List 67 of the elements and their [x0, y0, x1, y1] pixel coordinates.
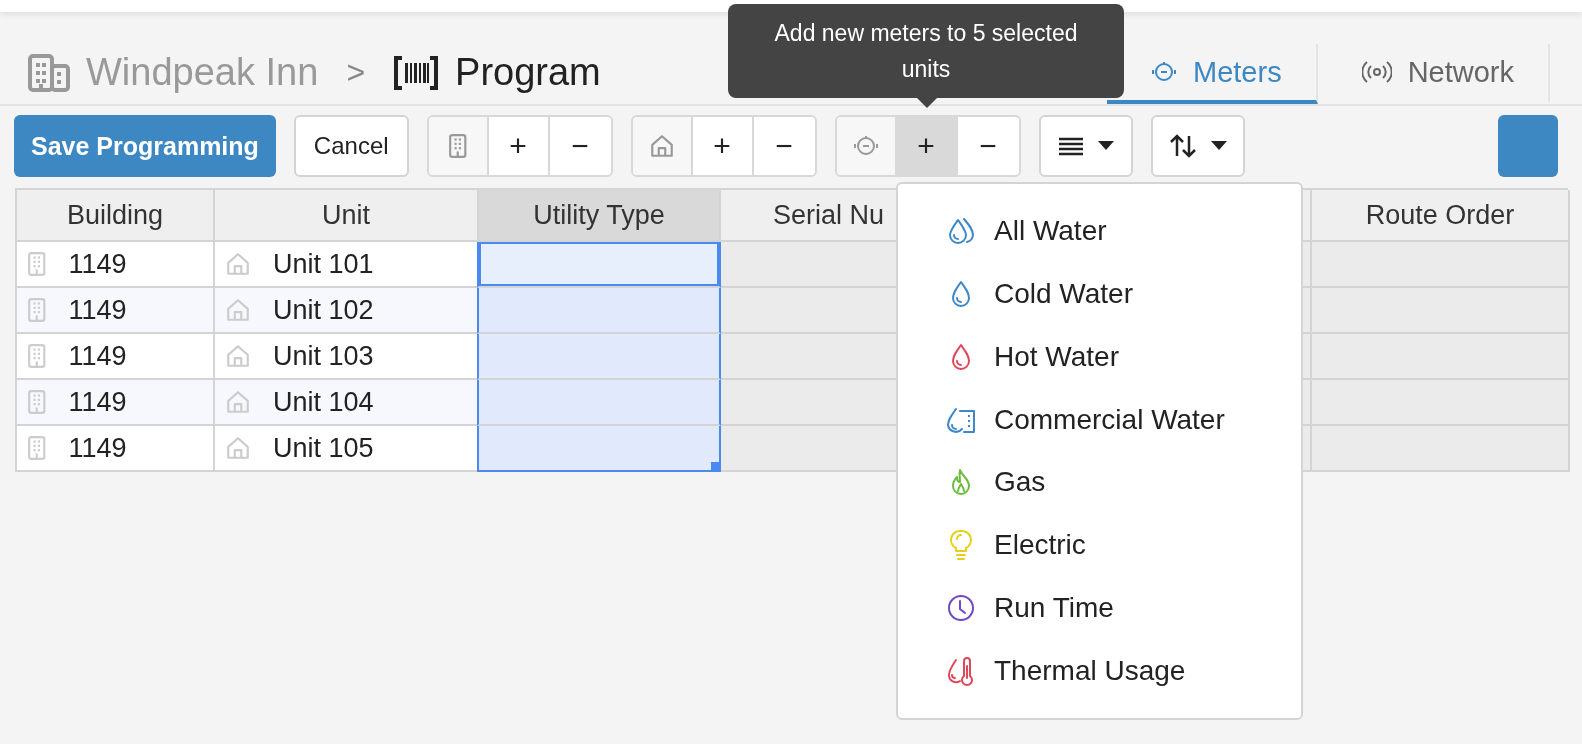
column-header[interactable]: Route Order — [1312, 190, 1570, 242]
menu-item[interactable]: Gas — [898, 451, 1301, 514]
unit-name: Unit 105 — [273, 432, 374, 464]
breadcrumb-separator: > — [346, 54, 366, 91]
utility-cell[interactable] — [477, 334, 721, 380]
building-icon — [27, 251, 47, 277]
building-number: 1149 — [68, 386, 127, 418]
tooltip: Add new meters to 5 selected units — [728, 4, 1124, 98]
tooltip-arrow — [917, 98, 937, 108]
lightbulb-icon — [948, 529, 974, 562]
tab[interactable]: Network — [1317, 44, 1550, 104]
building-number: 1149 — [68, 294, 127, 326]
house-icon — [225, 251, 251, 277]
column-header[interactable]: Utility Type — [479, 190, 721, 242]
drops-icon — [946, 216, 976, 247]
fill-handle[interactable] — [711, 462, 721, 472]
page-title: Program — [455, 51, 601, 94]
menu-item[interactable]: Commercial Water — [898, 388, 1301, 451]
house-icon — [225, 389, 251, 415]
building-icon — [27, 343, 47, 369]
caret-icon — [1097, 141, 1114, 151]
column-header[interactable]: Unit — [215, 190, 479, 242]
unit-name: Unit 104 — [273, 386, 374, 418]
utility-cell[interactable] — [477, 288, 721, 334]
remove-button[interactable]: − — [549, 117, 611, 175]
add-button[interactable]: + — [896, 117, 958, 175]
menu-item[interactable]: All Water — [898, 200, 1301, 263]
unit-name: Unit 102 — [273, 294, 374, 326]
sort-icon — [1168, 134, 1197, 158]
remove-button[interactable]: − — [957, 117, 1019, 175]
house-icon — [225, 343, 251, 369]
building-number: 1149 — [68, 340, 127, 372]
utility-cell[interactable] — [477, 380, 721, 426]
signal-icon — [1361, 59, 1392, 85]
building-number: 1149 — [68, 248, 127, 280]
thermometer-drop-icon — [946, 655, 976, 686]
remove-button[interactable]: − — [753, 117, 815, 175]
clock-icon — [946, 592, 976, 623]
cancel-button[interactable]: Cancel — [293, 115, 409, 177]
menu-item[interactable]: Hot Water — [898, 325, 1301, 389]
menu-item[interactable]: Run Time — [898, 576, 1301, 640]
unit-name: Unit 101 — [273, 248, 374, 280]
menu-item[interactable]: Thermal Usage — [898, 639, 1301, 702]
barcode-icon — [393, 54, 440, 91]
utility-cell[interactable] — [477, 426, 721, 472]
menu-button[interactable] — [1038, 115, 1133, 177]
add-button[interactable]: + — [692, 117, 754, 175]
column-header[interactable]: Building — [17, 190, 215, 242]
building-icon — [447, 133, 468, 159]
house-icon — [225, 297, 251, 323]
menu-item[interactable]: Electric — [898, 513, 1301, 577]
utility-cell[interactable] — [477, 242, 721, 288]
add-button[interactable]: + — [488, 117, 550, 175]
building-number: 1149 — [68, 432, 127, 464]
building-icon — [27, 435, 47, 461]
building-icon — [28, 53, 70, 92]
house-icon — [225, 435, 251, 461]
menu-button[interactable] — [1150, 115, 1245, 177]
menu-item[interactable]: Cold Water — [898, 262, 1301, 326]
square-button[interactable] — [1498, 115, 1558, 177]
list-icon — [1057, 136, 1084, 156]
caret-icon — [1210, 141, 1227, 151]
unit-name: Unit 103 — [273, 340, 374, 372]
building-icon — [27, 297, 47, 323]
house-icon — [648, 133, 675, 159]
building-icon — [27, 389, 47, 415]
save-button[interactable]: Save Programming — [14, 115, 276, 177]
